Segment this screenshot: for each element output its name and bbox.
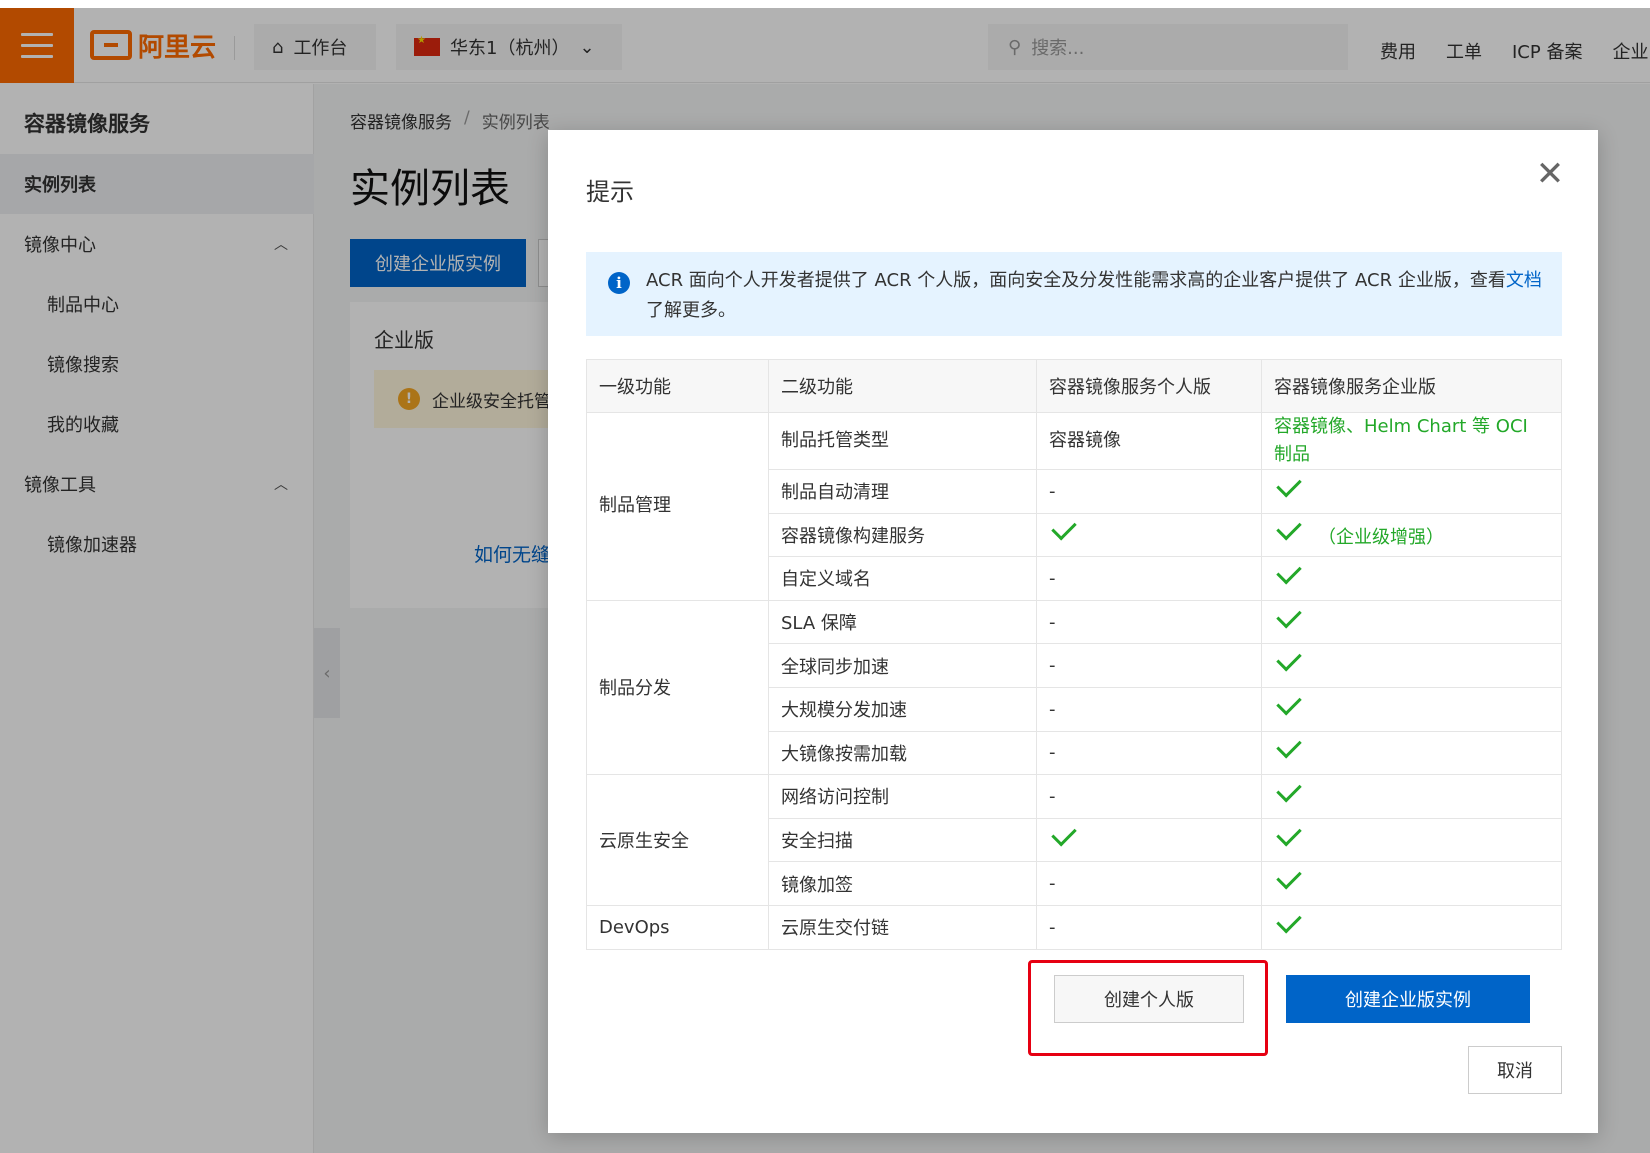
enterprise-cell — [1261, 556, 1562, 601]
check-icon — [1276, 907, 1302, 934]
personal-cell: - — [1036, 556, 1262, 601]
personal-cell: 容器镜像 — [1036, 412, 1262, 470]
enterprise-cell — [1261, 774, 1562, 819]
enterprise-cell — [1261, 469, 1562, 514]
personal-cell — [1036, 512, 1262, 558]
info-box: i ACR 面向个人开发者提供了 ACR 个人版，面向安全及分发性能需求高的企业… — [586, 252, 1562, 336]
check-icon — [1276, 514, 1302, 541]
table-row: 制品管理 制品托管类型 容器镜像 容器镜像、Helm Chart 等 OCI 制… — [586, 412, 1562, 601]
check-icon — [1276, 602, 1302, 629]
feature-cell: 镜像加签 — [768, 861, 1037, 906]
check-icon — [1051, 515, 1077, 541]
create-enterprise-instance-button[interactable]: 创建企业版实例 — [1286, 975, 1530, 1023]
feature-cell: 云原生交付链 — [768, 904, 1037, 950]
personal-cell: - — [1036, 774, 1262, 819]
personal-cell: - — [1036, 469, 1262, 514]
feature-cell: 大镜像按需加载 — [768, 730, 1037, 776]
close-icon[interactable]: ✕ — [1534, 157, 1566, 191]
check-icon — [1051, 820, 1077, 847]
feature-cell: 自定义域名 — [768, 556, 1037, 601]
feature-cell: 制品托管类型 — [768, 412, 1037, 470]
feature-cell: 全球同步加速 — [768, 643, 1037, 688]
enterprise-cell — [1261, 599, 1562, 645]
enterprise-cell — [1261, 861, 1562, 906]
feature-cell: 网络访问控制 — [768, 774, 1037, 819]
enterprise-note: （企业级增强） — [1318, 526, 1444, 548]
check-icon — [1276, 864, 1302, 890]
feature-cell: SLA 保障 — [768, 599, 1037, 645]
highlight-annotation — [1028, 960, 1268, 1056]
feature-cell: 制品自动清理 — [768, 469, 1037, 514]
table-row: DevOps 云原生交付链 - — [586, 904, 1562, 950]
group-cell: DevOps — [586, 904, 769, 950]
table-row: 制品分发 SLA 保障 - — [586, 599, 1562, 776]
personal-cell: - — [1036, 904, 1262, 950]
enterprise-cell: 容器镜像、Helm Chart 等 OCI 制品 — [1261, 412, 1562, 470]
header-level1: 一级功能 — [586, 359, 769, 413]
enterprise-cell — [1261, 817, 1562, 863]
check-icon — [1276, 689, 1302, 716]
personal-cell: - — [1036, 686, 1262, 732]
comparison-table: 一级功能 二级功能 容器镜像服务个人版 容器镜像服务企业版 制品管理 制品托管类… — [586, 359, 1562, 950]
info-tail: 了解更多。 — [646, 300, 736, 321]
enterprise-cell: （企业级增强） — [1261, 512, 1562, 558]
table-header-row: 一级功能 二级功能 容器镜像服务个人版 容器镜像服务企业版 — [586, 359, 1562, 413]
enterprise-cell — [1261, 643, 1562, 688]
cancel-button[interactable]: 取消 — [1468, 1046, 1562, 1094]
personal-cell: - — [1036, 599, 1262, 645]
feature-cell: 大规模分发加速 — [768, 686, 1037, 732]
feature-cell: 容器镜像构建服务 — [768, 512, 1037, 558]
personal-cell — [1036, 817, 1262, 863]
header-level2: 二级功能 — [768, 359, 1037, 413]
dialog-title: 提示 — [586, 178, 634, 206]
enterprise-cell — [1261, 904, 1562, 950]
info-text: ACR 面向个人开发者提供了 ACR 个人版，面向安全及分发性能需求高的企业客户… — [646, 270, 1506, 291]
check-icon — [1276, 733, 1302, 759]
feature-cell: 安全扫描 — [768, 817, 1037, 863]
group-cell: 制品管理 — [586, 412, 769, 601]
personal-cell: - — [1036, 861, 1262, 906]
personal-cell: - — [1036, 730, 1262, 776]
personal-cell: - — [1036, 643, 1262, 688]
check-icon — [1276, 820, 1302, 847]
check-icon — [1276, 776, 1302, 803]
check-icon — [1276, 471, 1302, 498]
enterprise-cell — [1261, 686, 1562, 732]
check-icon — [1276, 646, 1302, 672]
docs-link[interactable]: 文档 — [1506, 270, 1542, 291]
header-enterprise: 容器镜像服务企业版 — [1261, 359, 1562, 413]
enterprise-cell — [1261, 730, 1562, 776]
info-icon: i — [608, 272, 630, 294]
group-cell: 云原生安全 — [586, 774, 769, 906]
group-cell: 制品分发 — [586, 599, 769, 776]
table-row: 云原生安全 网络访问控制 - — [586, 774, 1562, 906]
check-icon — [1276, 559, 1302, 585]
header-personal: 容器镜像服务个人版 — [1036, 359, 1262, 413]
